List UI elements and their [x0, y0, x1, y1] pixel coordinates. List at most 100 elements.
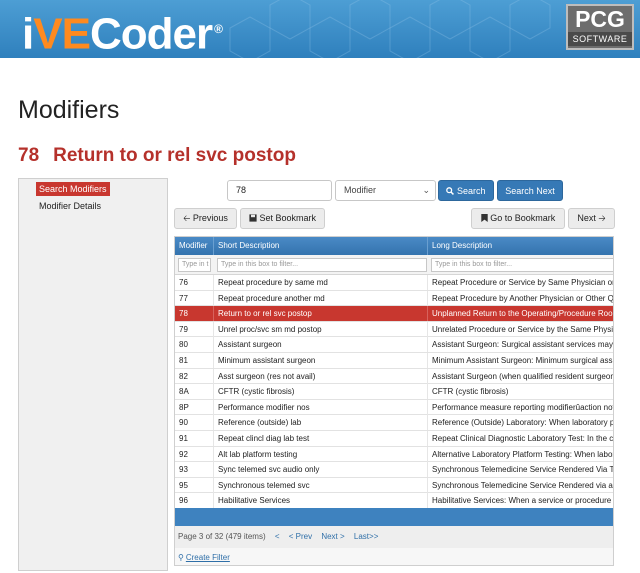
pager-info: Page 3 of 32 (479 items) [178, 532, 266, 541]
sidebar: Search Modifiers Modifier Details [18, 178, 168, 571]
table-row[interactable]: 90 Reference (outside) lab Reference (Outs… [175, 415, 613, 431]
page-title: Modifiers [18, 96, 120, 124]
table-row[interactable]: 8A CFTR (cystic fibrosis) CFTR (cystic fib… [175, 384, 613, 400]
filter-icon: ⚲ [178, 553, 184, 562]
search-field-selected: Modifier [344, 185, 377, 195]
sidebar-item-modifier-details[interactable]: Modifier Details [36, 199, 104, 213]
sidebar-item-search-modifiers[interactable]: Search Modifiers [36, 182, 110, 196]
cell-short-description: Repeat procedure by same md [214, 275, 428, 290]
cell-modifier: 82 [175, 368, 214, 384]
cell-short-description: Assistant surgeon [214, 337, 428, 353]
filter-input-modifier[interactable]: Type in t [178, 258, 211, 272]
pcg-software-logo: PCG SOFTWARE [566, 4, 634, 50]
cell-long-description: Synchronous Telemedicine Service Rendere… [428, 478, 613, 493]
cell-modifier: 8P [175, 399, 214, 415]
ivecoder-logo: iVECoder ® [22, 9, 223, 58]
search-field-select[interactable]: Modifier ⌄ [335, 180, 436, 201]
cell-long-description: Unplanned Return to the Operating/Proced… [428, 306, 613, 321]
column-header-modifier[interactable]: Modifier [175, 237, 214, 255]
modifier-code: 78 [18, 145, 40, 166]
cell-short-description: Unrel proc/svc sm md postop [214, 321, 428, 337]
table-row[interactable]: 76 Repeat procedure by same md Repeat Proc… [175, 275, 613, 291]
cell-long-description: Assistant Surgeon (when qualified reside… [428, 369, 613, 384]
cell-modifier: 90 [175, 415, 214, 431]
pager: Page 3 of 32 (479 items) < < Prev Next >… [175, 526, 613, 548]
table-row[interactable]: 96 Habilitative Services Habilitative Serv… [175, 493, 613, 509]
table-row[interactable]: 8P Performance modifier nos Performance me… [175, 399, 613, 416]
pager-next-link[interactable]: Next > [321, 532, 344, 541]
cell-long-description: Reference (Outside) Laboratory: When lab… [428, 415, 613, 430]
cell-short-description: Alt lab platform testing [214, 446, 428, 462]
search-button[interactable]: Search [438, 180, 494, 201]
modifier-title: Return to or rel svc postop [53, 145, 296, 166]
next-button[interactable]: Next 🡢 [568, 208, 615, 229]
cell-short-description: Performance modifier nos [214, 399, 428, 415]
pager-prev-link[interactable]: < Prev [289, 532, 312, 541]
cell-long-description: Synchronous Telemedicine Service Rendere… [428, 462, 613, 477]
table-row[interactable]: 93 Sync telemed svc audio only Synchronous… [175, 462, 613, 478]
filter-row: Type in t Type in this box to filter... … [175, 255, 613, 275]
cell-short-description: Reference (outside) lab [214, 415, 428, 431]
table-row[interactable]: 80 Assistant surgeon Assistant Surgeon: Su… [175, 337, 613, 353]
cell-modifier: 77 [175, 290, 214, 306]
modifier-heading: 78 Return to or rel svc postop [18, 145, 296, 167]
table-row[interactable]: 91 Repeat clincl diag lab test Repeat Clin… [175, 430, 613, 447]
cell-long-description: Performance measure reporting modifierûa… [428, 400, 613, 415]
table-row[interactable]: 82 Asst surgeon (res not avail) Assistant … [175, 368, 613, 385]
filter-input-long-description[interactable]: Type in this box to filter... [431, 258, 613, 272]
previous-button[interactable]: 🡠 Previous [174, 208, 237, 229]
pager-first-link[interactable]: < [275, 532, 280, 541]
table-row[interactable]: 77 Repeat procedure another md Repeat Proc… [175, 290, 613, 307]
cell-long-description: Minimum Assistant Surgeon: Minimum surgi… [428, 353, 613, 368]
cell-modifier: 79 [175, 321, 214, 337]
filter-input-short-description[interactable]: Type in this box to filter... [217, 258, 427, 272]
set-bookmark-button[interactable]: Set Bookmark [240, 208, 325, 229]
cell-modifier: 93 [175, 462, 214, 478]
cell-modifier: 80 [175, 337, 214, 353]
cell-short-description: Asst surgeon (res not avail) [214, 368, 428, 384]
cell-modifier: 76 [175, 275, 214, 290]
cell-long-description: Habilitative Services: When a service or… [428, 493, 613, 508]
cell-short-description: Repeat clincl diag lab test [214, 430, 428, 446]
column-header-long-description[interactable]: Long Description [428, 237, 613, 255]
cell-short-description: Return to or rel svc postop [214, 306, 428, 322]
cell-modifier: 78 [175, 306, 214, 322]
cell-long-description: Assistant Surgeon: Surgical assistant se… [428, 337, 613, 352]
cell-modifier: 95 [175, 477, 214, 493]
go-to-bookmark-button[interactable]: Go to Bookmark [471, 208, 565, 229]
cell-short-description: Minimum assistant surgeon [214, 352, 428, 368]
column-header-short-description[interactable]: Short Description [214, 237, 428, 255]
chevron-down-icon: ⌄ [422, 185, 430, 195]
cell-modifier: 96 [175, 493, 214, 509]
table-row[interactable]: 92 Alt lab platform testing Alternative La… [175, 446, 613, 463]
save-icon [249, 214, 257, 222]
pager-last-link[interactable]: Last>> [354, 532, 378, 541]
cell-short-description: Sync telemed svc audio only [214, 462, 428, 478]
cell-short-description: Synchronous telemed svc [214, 477, 428, 493]
search-input[interactable]: 78 [227, 180, 332, 201]
cell-long-description: Repeat Procedure by Another Physician or… [428, 291, 613, 306]
table-row[interactable]: 79 Unrel proc/svc sm md postop Unrelated P… [175, 321, 613, 338]
cell-modifier: 81 [175, 352, 214, 368]
cell-modifier: 8A [175, 384, 214, 400]
arrow-left-icon: 🡠 [183, 213, 191, 223]
cell-modifier: 92 [175, 446, 214, 462]
table-row[interactable]: 78 Return to or rel svc postop Unplanned R… [175, 306, 613, 322]
table-body: 76 Repeat procedure by same md Repeat Proc… [175, 275, 613, 509]
cell-short-description: CFTR (cystic fibrosis) [214, 384, 428, 400]
table-header: Modifier Short Description Long Descript… [175, 237, 613, 255]
cell-short-description: Repeat procedure another md [214, 290, 428, 306]
cell-modifier: 91 [175, 430, 214, 446]
search-next-button[interactable]: Search Next [497, 180, 563, 201]
arrow-right-icon: 🡢 [598, 213, 606, 223]
table-row[interactable]: 81 Minimum assistant surgeon Minimum Assis… [175, 352, 613, 369]
modifiers-table: Modifier Short Description Long Descript… [174, 236, 614, 566]
app-banner: iVECoder ® PCG SOFTWARE [0, 0, 640, 58]
table-footer-band [175, 508, 613, 526]
bookmark-icon [481, 214, 488, 222]
cell-short-description: Habilitative Services [214, 493, 428, 509]
cell-long-description: Repeat Clinical Diagnostic Laboratory Te… [428, 431, 613, 446]
cell-long-description: Unrelated Procedure or Service by the Sa… [428, 322, 613, 337]
table-row[interactable]: 95 Synchronous telemed svc Synchronous Tel… [175, 477, 613, 494]
create-filter-link[interactable]: ⚲ Create Filter [175, 548, 613, 565]
